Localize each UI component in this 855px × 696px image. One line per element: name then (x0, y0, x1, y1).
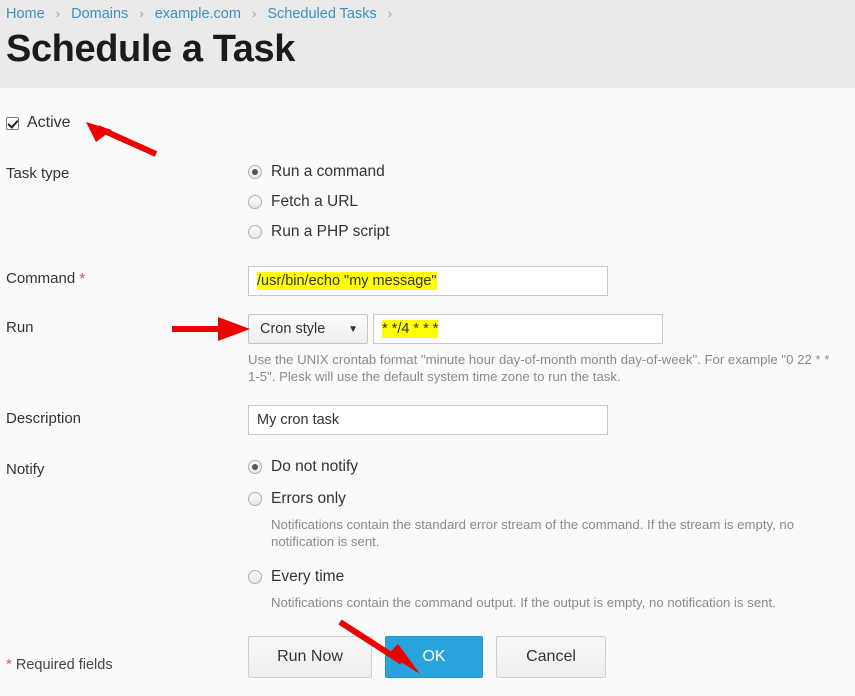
required-fields-text: Required fields (15, 657, 113, 673)
radio-every-time[interactable]: Every time (248, 568, 855, 590)
run-schedule-input[interactable]: * */4 * * * (373, 314, 663, 344)
radio-errors-only-label: Errors only (271, 490, 346, 507)
breadcrumb-separator: › (139, 6, 144, 21)
radio-fetch-a-url-label: Fetch a URL (271, 193, 359, 210)
radio-fetch-a-url-circle[interactable] (248, 195, 262, 209)
notify-radio-group: Do not notify Errors only Notifications … (248, 458, 855, 611)
radio-fetch-a-url[interactable]: Fetch a URL (248, 193, 390, 223)
breadcrumb: Home › Domains › example.com › Scheduled… (6, 4, 399, 24)
description-input[interactable]: My cron task (248, 405, 608, 435)
description-label: Description (6, 410, 82, 427)
radio-every-time-circle[interactable] (248, 570, 262, 584)
radio-run-a-php-script[interactable]: Run a PHP script (248, 223, 390, 253)
active-checkbox[interactable]: Active (6, 114, 71, 132)
cancel-button[interactable]: Cancel (496, 636, 606, 678)
breadcrumb-separator: › (55, 6, 61, 21)
notify-label: Notify (6, 461, 45, 478)
radio-do-not-notify-label: Do not notify (271, 458, 359, 475)
radio-run-a-command-circle[interactable] (248, 165, 262, 179)
radio-run-a-php-script-label: Run a PHP script (271, 223, 390, 240)
page-title: Schedule a Task (6, 28, 295, 70)
command-input[interactable]: /usr/bin/echo "my message" (248, 266, 608, 296)
required-fields-note: * Required fields (6, 656, 113, 673)
ok-button[interactable]: OK (385, 636, 483, 678)
run-mode-dropdown-value: Cron style (260, 321, 326, 337)
required-fields-asterisk: * (6, 656, 12, 673)
command-required-asterisk: * (79, 270, 86, 287)
command-input-value: /usr/bin/echo "my message" (257, 272, 437, 290)
description-input-value: My cron task (257, 412, 340, 428)
breadcrumb-separator: › (387, 6, 393, 21)
breadcrumb-item-home[interactable]: Home (6, 6, 45, 22)
radio-run-a-command[interactable]: Run a command (248, 163, 390, 193)
breadcrumb-item-scheduled-tasks[interactable]: Scheduled Tasks (267, 6, 376, 22)
radio-every-time-label: Every time (271, 568, 345, 585)
run-now-button[interactable]: Run Now (248, 636, 372, 678)
radio-errors-only-hint: Notifications contain the standard error… (271, 517, 795, 549)
run-hint: Use the UNIX crontab format "minute hour… (248, 352, 830, 384)
radio-errors-only-circle[interactable] (248, 492, 262, 506)
radio-run-a-command-label: Run a command (271, 163, 385, 180)
radio-errors-only[interactable]: Errors only (248, 490, 855, 512)
breadcrumb-item-domains[interactable]: Domains (71, 6, 128, 22)
command-label: Command * (6, 270, 85, 287)
command-label-text: Command (6, 270, 76, 287)
radio-do-not-notify-circle[interactable] (248, 460, 262, 474)
chevron-down-icon: ▼ (348, 323, 358, 335)
run-label: Run (6, 319, 34, 336)
breadcrumb-item-example-com[interactable]: example.com (155, 6, 241, 22)
active-label: Active (27, 114, 71, 131)
page-header: Home › Domains › example.com › Scheduled… (0, 0, 855, 88)
radio-run-a-php-script-circle[interactable] (248, 225, 262, 239)
task-form: Active Task type Run a command Fetch a U… (0, 88, 855, 696)
radio-do-not-notify[interactable]: Do not notify (248, 458, 855, 490)
active-checkbox-box[interactable] (6, 116, 19, 130)
run-mode-dropdown[interactable]: Cron style ▼ (248, 314, 368, 344)
radio-every-time-hint: Notifications contain the command output… (271, 595, 776, 610)
breadcrumb-separator: › (251, 6, 257, 21)
task-type-label: Task type (6, 165, 70, 182)
task-type-radio-group: Run a command Fetch a URL Run a PHP scri… (248, 163, 390, 253)
run-schedule-value: * */4 * * * (382, 320, 439, 338)
